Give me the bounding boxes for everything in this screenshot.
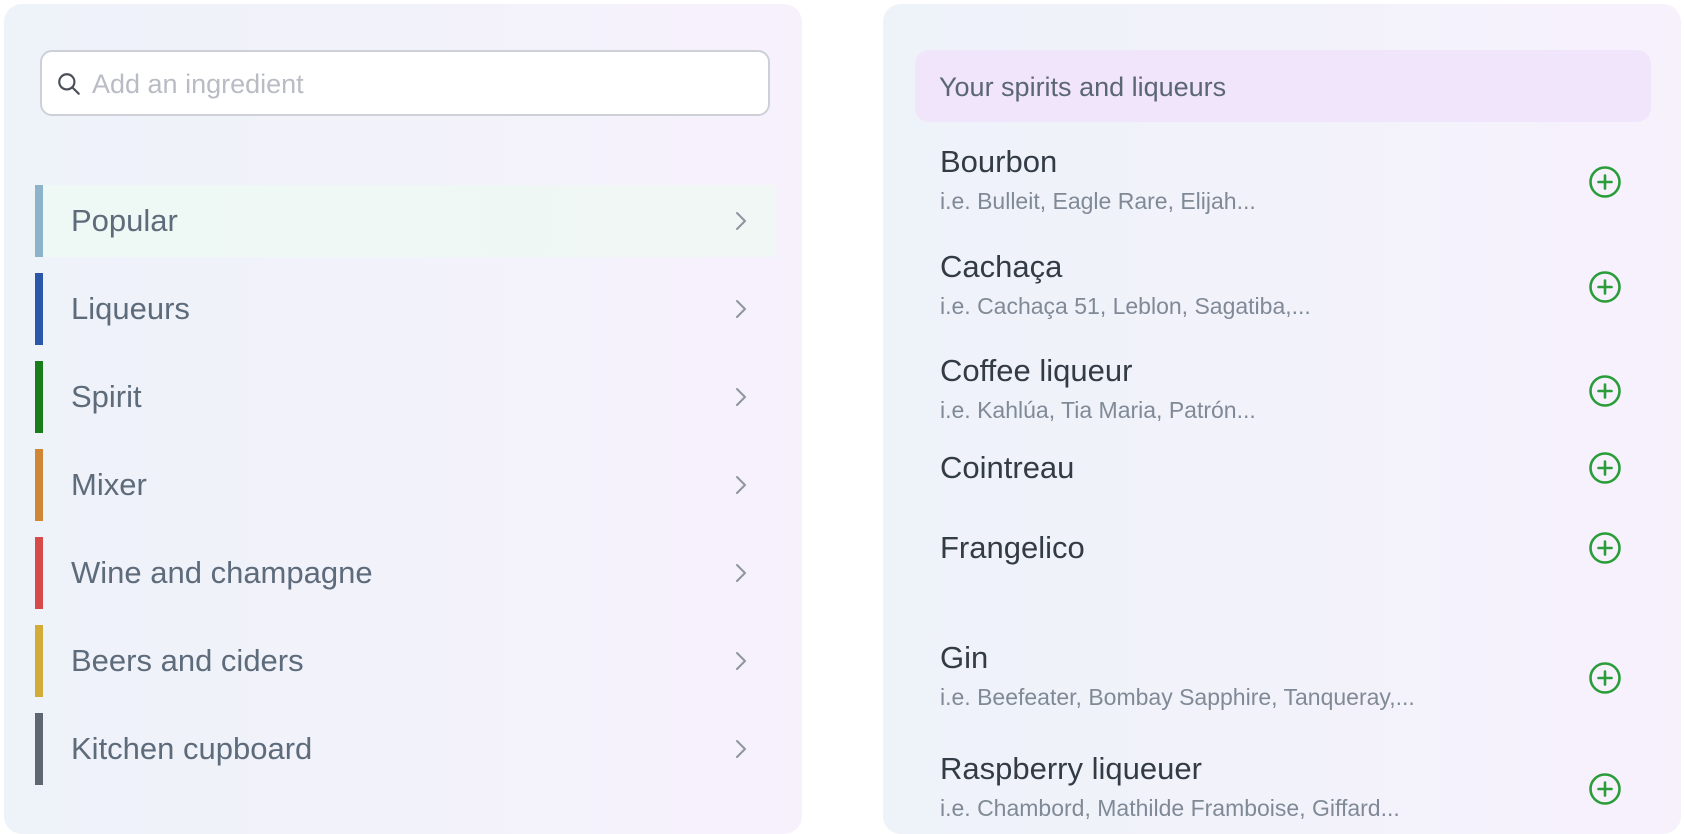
category-color-bar: [35, 273, 43, 345]
search-box[interactable]: [40, 50, 770, 116]
chevron-right-icon: [736, 388, 746, 406]
ingredient-examples: i.e. Cachaça 51, Leblon, Sagatiba,...: [940, 293, 1311, 319]
chevron-right-icon: [736, 564, 746, 582]
panel-header: Your spirits and liqueurs: [915, 50, 1651, 122]
category-label: Liqueurs: [71, 291, 190, 326]
category-item-wine-and-champagne[interactable]: Wine and champagne: [35, 537, 775, 609]
add-icon[interactable]: [1588, 270, 1622, 304]
chevron-right-icon: [736, 212, 746, 230]
chevron-right-icon: [736, 300, 746, 318]
search-icon: [58, 73, 80, 95]
chevron-right-icon: [736, 476, 746, 494]
category-color-bar: [35, 361, 43, 433]
category-color-bar: [35, 713, 43, 785]
chevron-right-icon: [736, 652, 746, 670]
category-item-spirit[interactable]: Spirit: [35, 361, 775, 433]
ingredient-name: Coffee liqueur: [940, 353, 1133, 388]
category-item-popular[interactable]: Popular: [35, 185, 775, 257]
category-color-bar: [35, 625, 43, 697]
chevron-right-icon: [736, 740, 746, 758]
category-list: Popular Liqueurs Spirit Mixer Wine and champ…: [35, 185, 775, 801]
category-color-bar: [35, 185, 43, 257]
ingredient-examples: i.e. Beefeater, Bombay Sapphire, Tanquer…: [940, 684, 1415, 710]
add-icon[interactable]: [1588, 531, 1622, 565]
category-item-mixer[interactable]: Mixer: [35, 449, 775, 521]
ingredients-panel: Your spirits and liqueurs Bourbon i.e. Bu…: [883, 4, 1681, 834]
ingredient-name: Cointreau: [940, 450, 1075, 485]
category-label: Popular: [71, 203, 178, 238]
add-icon[interactable]: [1588, 165, 1622, 199]
ingredient-name: Gin: [940, 640, 989, 675]
ingredient-examples: i.e. Chambord, Mathilde Framboise, Giffa…: [940, 795, 1400, 821]
category-label: Beers and ciders: [71, 643, 304, 678]
search-input[interactable]: [90, 58, 754, 110]
add-icon[interactable]: [1588, 374, 1622, 408]
category-label: Kitchen cupboard: [71, 731, 313, 766]
category-color-bar: [35, 537, 43, 609]
category-panel: Popular Liqueurs Spirit Mixer Wine and champ…: [4, 4, 802, 834]
ingredient-name: Frangelico: [940, 530, 1085, 565]
category-item-liqueurs[interactable]: Liqueurs: [35, 273, 775, 345]
category-label: Spirit: [71, 379, 142, 414]
add-icon[interactable]: [1588, 661, 1622, 695]
panel-title: Your spirits and liqueurs: [939, 72, 1227, 102]
add-icon[interactable]: [1588, 772, 1622, 806]
category-label: Mixer: [71, 467, 147, 502]
ingredient-name: Bourbon: [940, 144, 1058, 179]
category-color-bar: [35, 449, 43, 521]
add-icon[interactable]: [1588, 451, 1622, 485]
ingredient-name: Raspberry liqueuer: [940, 751, 1202, 786]
ingredient-examples: i.e. Kahlúa, Tia Maria, Patrón...: [940, 397, 1256, 423]
category-item-beers-and-ciders[interactable]: Beers and ciders: [35, 625, 775, 697]
ingredient-examples: i.e. Bulleit, Eagle Rare, Elijah...: [940, 188, 1256, 214]
category-item-kitchen-cupboard[interactable]: Kitchen cupboard: [35, 713, 775, 785]
category-label: Wine and champagne: [71, 555, 373, 590]
ingredient-name: Cachaça: [940, 249, 1063, 284]
